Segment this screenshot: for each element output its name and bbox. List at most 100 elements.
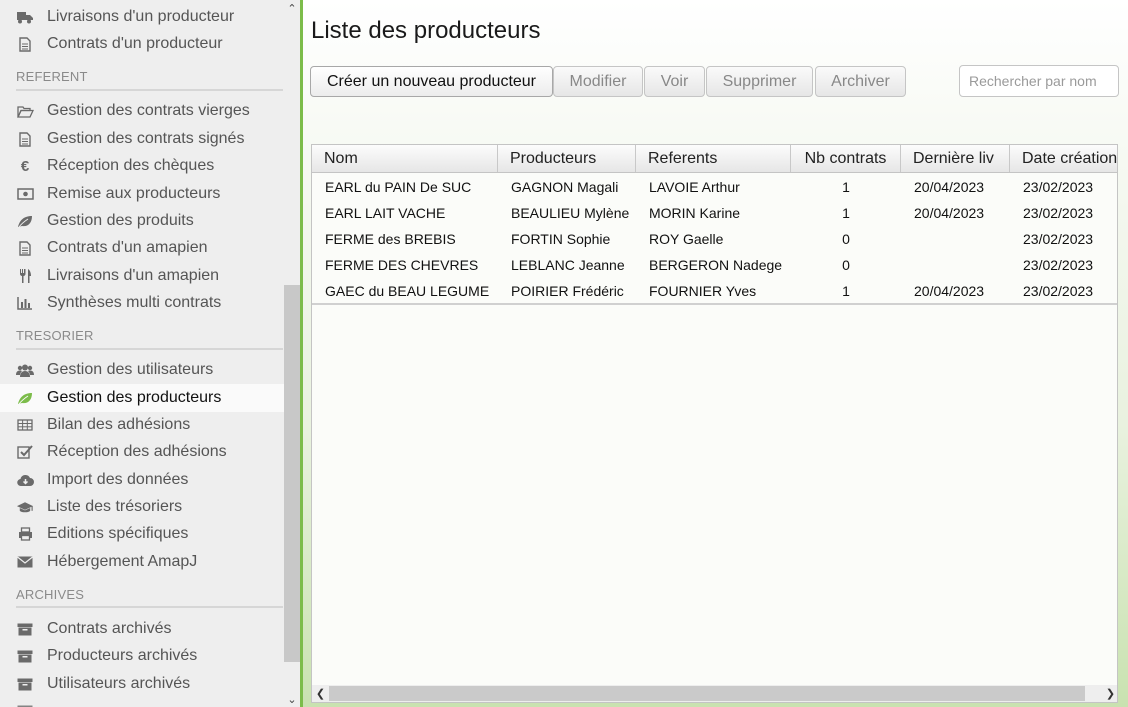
menu-item-editions-specifiques[interactable]: Editions spécifiques <box>0 521 284 547</box>
archive-icon <box>16 703 34 707</box>
menu-item-contrats-archives[interactable]: Contrats archivés <box>0 616 284 642</box>
horizontal-scrollbar[interactable]: ❮ ❯ <box>312 685 1117 702</box>
cell-producteurs: GAGNON Magali <box>511 179 619 195</box>
cutlery-icon <box>16 268 34 284</box>
cell-referents: BERGERON Nadege <box>649 257 783 273</box>
menu-item-label: Producteurs archivés <box>47 647 198 664</box>
sidebar: Livraisons d'un producteur Contrats d'un… <box>0 0 300 707</box>
sidebar-scrollbar-thumb[interactable] <box>284 285 300 662</box>
page-title: Liste des producteurs <box>311 17 541 44</box>
menu-item-contrats-signes[interactable]: Gestion des contrats signés <box>0 126 284 152</box>
menu-item-label: Remise aux producteurs <box>47 185 221 202</box>
cell-nb-contrats: 0 <box>842 257 850 273</box>
menu-item-bilan-adhesions[interactable]: Bilan des adhésions <box>0 412 284 438</box>
cell-nom: EARL LAIT VACHE <box>325 205 446 221</box>
chevron-left-icon[interactable]: ❮ <box>312 685 329 702</box>
archive-icon <box>16 648 34 664</box>
menu-item-label: Contrats archivés <box>47 620 172 637</box>
menu-item-gestion-producteurs[interactable]: Gestion des producteurs <box>0 384 284 412</box>
column-header-nom[interactable]: Nom <box>312 145 498 172</box>
print-icon <box>16 526 34 542</box>
cloud-download-icon <box>16 472 34 488</box>
menu-item-label: Réception des adhésions <box>47 443 227 460</box>
archive-button[interactable]: Archiver <box>815 66 906 97</box>
chevron-right-icon[interactable]: ❯ <box>1102 685 1117 702</box>
cell-date-creation: 23/02/2023 <box>1023 205 1094 221</box>
menu-item-liste-tresoriers[interactable]: Liste des trésoriers <box>0 494 284 520</box>
column-header-derniere-liv[interactable]: Dernière liv <box>901 145 1010 172</box>
horizontal-scrollbar-thumb[interactable] <box>329 686 1085 701</box>
menu-item-contrats-amapien[interactable]: Contrats d'un amapien <box>0 235 284 261</box>
column-header-referents[interactable]: Referents <box>636 145 791 172</box>
view-button[interactable]: Voir <box>644 66 705 97</box>
money-icon <box>16 186 34 202</box>
menu-item-producteurs-archives[interactable]: Producteurs archivés <box>0 643 284 669</box>
column-header-producteurs[interactable]: Producteurs <box>498 145 636 172</box>
cell-referents: FOURNIER Yves <box>649 283 757 299</box>
menu-item-label: Gestion des produits <box>47 212 194 229</box>
menu-item-syntheses[interactable]: Synthèses multi contrats <box>0 290 284 316</box>
table-row[interactable]: EARL LAIT VACHE BEAULIEU Mylène MORIN Kari… <box>312 200 1117 226</box>
menu-item-contrats-producteur[interactable]: Contrats d'un producteur <box>0 31 284 57</box>
column-header-nb-contrats[interactable]: Nb contrats <box>791 145 901 172</box>
menu-item-label: Livraisons d'un amapien <box>47 267 220 284</box>
menu-item-label: Import des données <box>47 471 189 488</box>
menu-item-hebergement[interactable]: Hébergement AmapJ <box>0 549 284 575</box>
producers-table: Nom Producteurs Referents Nb contrats De… <box>311 144 1118 703</box>
menu-item-label: Contrats d'un producteur <box>47 35 223 52</box>
cell-producteurs: POIRIER Frédéric <box>511 283 624 299</box>
cell-date-creation: 23/02/2023 <box>1023 231 1094 247</box>
cell-nom: FERME DES CHEVRES <box>325 257 479 273</box>
cell-derniere-liv <box>901 252 1010 278</box>
menu-item-label: Réception des chèques <box>47 157 215 174</box>
cell-nom: GAEC du BEAU LEGUME <box>325 283 490 299</box>
menu-item-label: Gestion des contrats vierges <box>47 102 250 119</box>
table-row[interactable]: GAEC du BEAU LEGUME POIRIER Frédéric FOURN… <box>312 278 1117 304</box>
table-row[interactable]: FERME DES CHEVRES LEBLANC Jeanne BERGERON … <box>312 252 1117 278</box>
table-rows-end <box>312 303 1117 305</box>
menu-item-label: Bilan des adhésions <box>47 416 191 433</box>
table-row[interactable]: FERME des BREBIS FORTIN Sophie ROY Gaelle 0… <box>312 226 1117 252</box>
menu-item-remise-producteurs[interactable]: Remise aux producteurs <box>0 181 284 207</box>
menu-item-label: Hébergement AmapJ <box>47 553 198 570</box>
archive-icon <box>16 621 34 637</box>
chevron-down-icon[interactable]: ⌄ <box>284 691 300 707</box>
cell-derniere-liv <box>901 226 1010 252</box>
document-icon <box>16 131 34 147</box>
checkbox-icon <box>16 444 34 460</box>
delete-button[interactable]: Supprimer <box>706 66 813 97</box>
table-row[interactable]: EARL du PAIN De SUC GAGNON Magali LAVOIE A… <box>312 174 1117 200</box>
section-divider <box>16 348 283 350</box>
section-divider <box>16 89 283 91</box>
cell-derniere-liv: 20/04/2023 <box>914 205 985 221</box>
menu-item-gestion-produits[interactable]: Gestion des produits <box>0 208 284 234</box>
menu-item-livraisons-producteur[interactable]: Livraisons d'un producteur <box>0 4 284 30</box>
menu-item-utilisateurs-archives[interactable]: Utilisateurs archivés <box>0 671 284 697</box>
cell-referents: MORIN Karine <box>649 205 741 221</box>
menu-item-label: Gestion des utilisateurs <box>47 361 214 378</box>
menu-item-partial[interactable] <box>0 698 284 707</box>
euro-icon: € <box>20 157 30 175</box>
menu-item-label: Gestion des contrats signés <box>47 130 245 147</box>
graduation-cap-icon <box>16 499 34 515</box>
bar-chart-icon <box>16 295 34 311</box>
edit-button[interactable]: Modifier <box>553 66 643 97</box>
menu-item-reception-cheques[interactable]: € Réception des chèques <box>0 153 284 179</box>
folder-open-icon <box>16 103 34 119</box>
menu-item-gestion-utilisateurs[interactable]: Gestion des utilisateurs <box>0 357 284 383</box>
cell-producteurs: FORTIN Sophie <box>511 231 611 247</box>
create-producer-button[interactable]: Créer un nouveau producteur <box>310 66 553 97</box>
menu-item-import-donnees[interactable]: Import des données <box>0 467 284 493</box>
document-icon <box>16 240 34 256</box>
search-input[interactable] <box>959 65 1119 97</box>
menu-item-reception-adhesions[interactable]: Réception des adhésions <box>0 439 284 465</box>
cell-nb-contrats: 1 <box>842 283 850 299</box>
cell-derniere-liv: 20/04/2023 <box>914 283 985 299</box>
menu-item-label: Livraisons d'un producteur <box>47 8 235 25</box>
menu-item-contrats-vierges[interactable]: Gestion des contrats vierges <box>0 98 284 124</box>
main-content: Liste des producteurs Créer un nouveau p… <box>303 0 1128 707</box>
column-header-date-creation[interactable]: Date création <box>1010 145 1117 172</box>
menu-item-label: Gestion des producteurs <box>47 389 222 406</box>
menu-item-livraisons-amapien[interactable]: Livraisons d'un amapien <box>0 263 284 289</box>
chevron-up-icon[interactable]: ⌃ <box>284 0 300 16</box>
